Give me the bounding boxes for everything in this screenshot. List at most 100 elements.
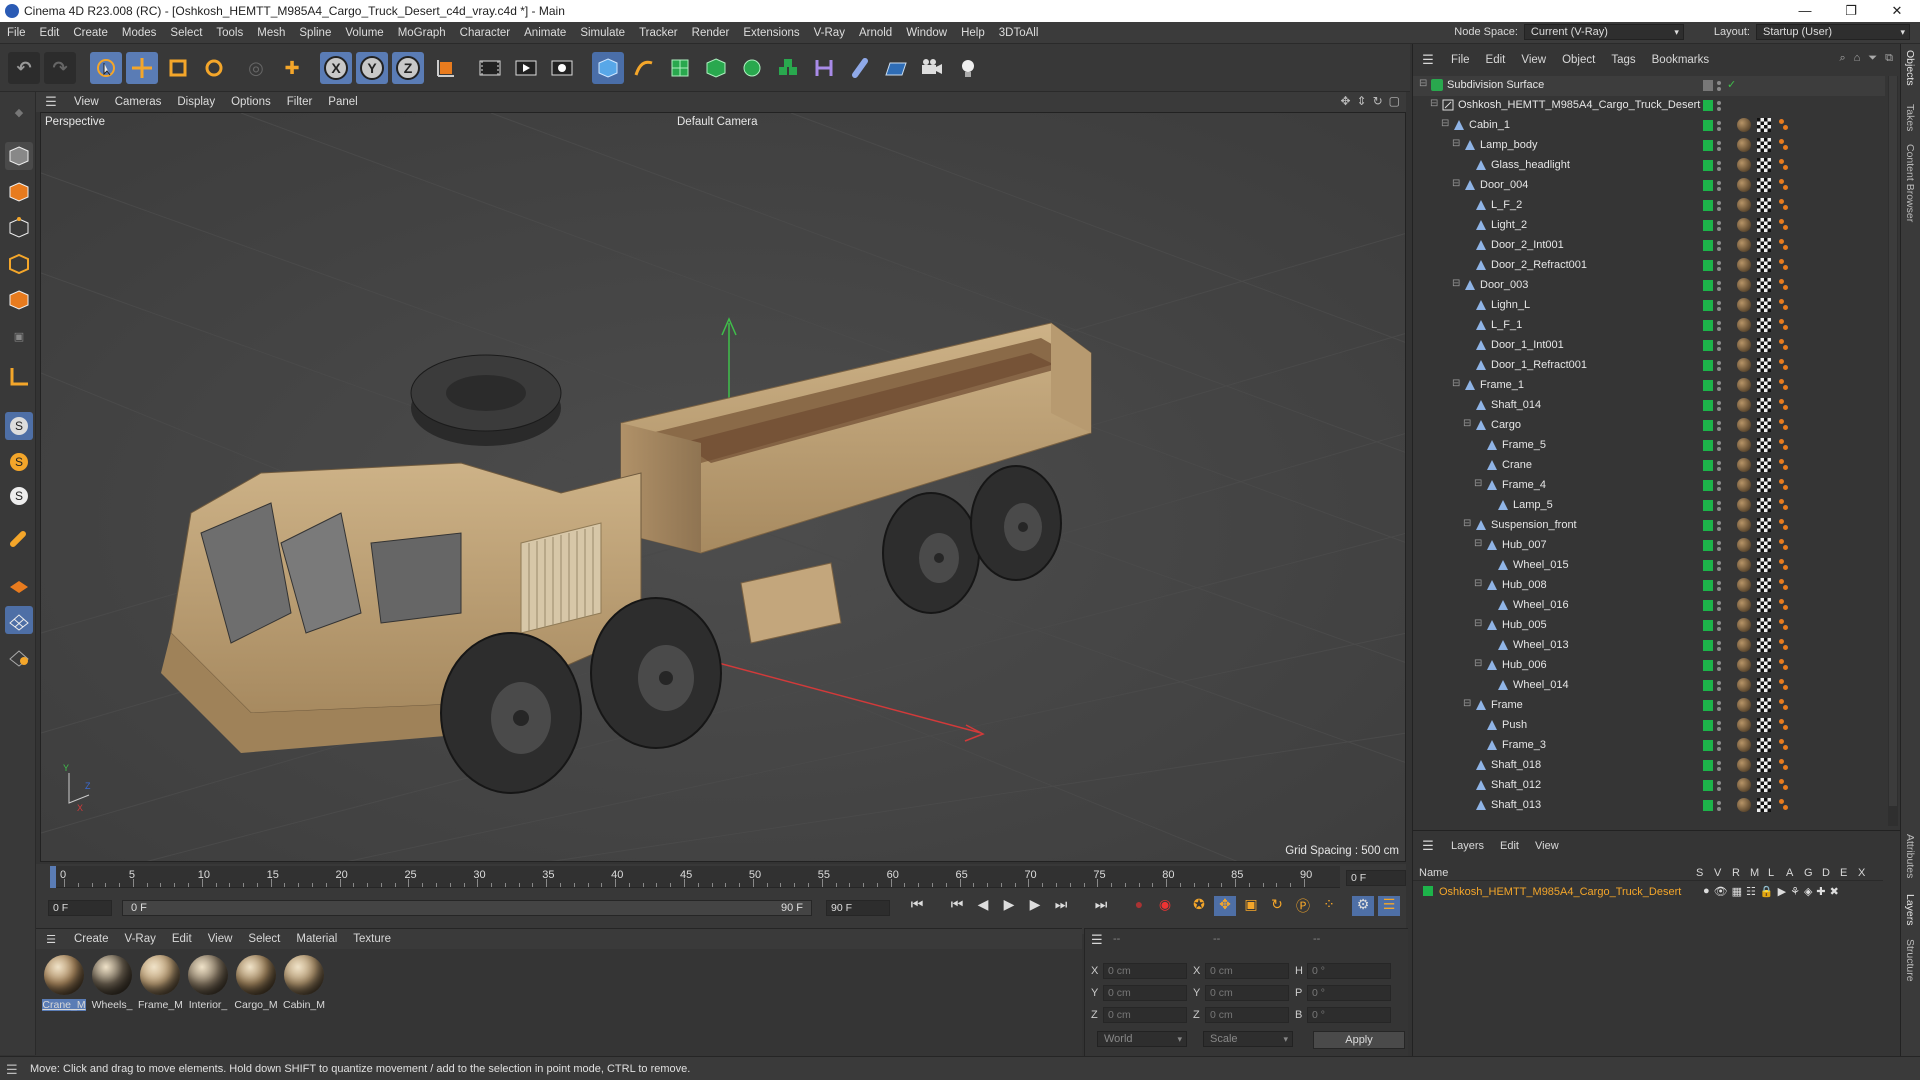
coordinate-space-select[interactable]: World	[1097, 1031, 1187, 1047]
menu-v-ray[interactable]: V-Ray	[807, 27, 852, 39]
material-swatch[interactable]: Interior_	[186, 955, 230, 1011]
viewport-menu-panel[interactable]: Panel	[320, 96, 365, 108]
visibility-dots-icon[interactable]	[1717, 339, 1721, 353]
layer-color-tag[interactable]	[1703, 480, 1713, 491]
point-mode-icon[interactable]	[5, 214, 33, 242]
layer-color-swatch[interactable]	[1423, 886, 1433, 896]
coordinate-system-icon[interactable]	[430, 52, 462, 84]
selection-tag-icon[interactable]	[1777, 279, 1789, 291]
viewport-camera-name[interactable]: Default Camera	[677, 116, 758, 128]
visibility-dots-icon[interactable]	[1717, 199, 1721, 213]
selection-tag-icon[interactable]	[1777, 639, 1789, 651]
material-tag-icon[interactable]	[1737, 218, 1751, 232]
material-tag-icon[interactable]	[1737, 458, 1751, 472]
tweak-magnet-icon[interactable]	[5, 526, 33, 554]
mograph-cloner-icon[interactable]	[772, 52, 804, 84]
coord-h-field[interactable]: 0 °	[1307, 963, 1391, 979]
layer-color-tag[interactable]	[1703, 560, 1713, 571]
snap-icon[interactable]: S	[5, 412, 33, 440]
layer-xref-icon[interactable]: ✖	[1830, 885, 1839, 898]
object-row[interactable]: Wheel_016	[1413, 596, 1885, 616]
selection-tag-icon[interactable]	[1777, 359, 1789, 371]
deformer-bend-icon[interactable]	[808, 52, 840, 84]
material-tag-icon[interactable]	[1737, 658, 1751, 672]
object-row[interactable]: ⊟ Cargo	[1413, 416, 1885, 436]
close-button[interactable]: ✕	[1874, 0, 1920, 22]
material-tag-icon[interactable]	[1737, 398, 1751, 412]
material-tag-icon[interactable]	[1737, 638, 1751, 652]
layer-color-tag[interactable]	[1703, 580, 1713, 591]
expand-toggle-icon[interactable]: ⊟	[1474, 578, 1482, 589]
tab-takes[interactable]: Takes	[1904, 104, 1916, 131]
object-row[interactable]: ⊟ Hub_007	[1413, 536, 1885, 556]
visibility-dots-icon[interactable]	[1717, 519, 1721, 533]
new-window-icon[interactable]: ⧉	[1885, 52, 1893, 65]
texture-mode-icon[interactable]	[5, 178, 33, 206]
layer-color-tag[interactable]	[1703, 100, 1713, 111]
layer-color-tag[interactable]	[1703, 400, 1713, 411]
material-menu-edit[interactable]: Edit	[164, 933, 200, 945]
layer-color-tag[interactable]	[1703, 520, 1713, 531]
selection-tag-icon[interactable]	[1777, 799, 1789, 811]
object-row[interactable]: Door_1_Refract001	[1413, 356, 1885, 376]
y-axis-lock-icon[interactable]: Y	[356, 52, 388, 84]
layer-color-tag[interactable]	[1703, 160, 1713, 171]
light-bulb-icon[interactable]	[952, 52, 984, 84]
coord-p-field[interactable]: 0 °	[1307, 985, 1391, 1001]
material-menu-material[interactable]: Material	[288, 933, 345, 945]
material-hamburger-icon[interactable]: ☰	[36, 933, 66, 946]
uvw-tag-icon[interactable]	[1757, 738, 1771, 752]
selection-tag-icon[interactable]	[1777, 479, 1789, 491]
uvw-tag-icon[interactable]	[1757, 638, 1771, 652]
menu-window[interactable]: Window	[899, 27, 954, 39]
selection-tag-icon[interactable]	[1777, 439, 1789, 451]
material-tag-icon[interactable]	[1737, 298, 1751, 312]
expand-toggle-icon[interactable]: ⊟	[1452, 178, 1460, 189]
viewport-menu-options[interactable]: Options	[223, 96, 279, 108]
polygon-mode-icon[interactable]	[5, 286, 33, 314]
uvw-tag-icon[interactable]	[1757, 678, 1771, 692]
coord-y-field[interactable]: 0 cm	[1205, 985, 1289, 1001]
material-tag-icon[interactable]	[1737, 518, 1751, 532]
uvw-tag-icon[interactable]	[1757, 278, 1771, 292]
coord-z-field[interactable]: 0 cm	[1205, 1007, 1289, 1023]
menu-create[interactable]: Create	[66, 27, 115, 39]
timeline-window-icon[interactable]: ☰	[1378, 896, 1400, 916]
object-row[interactable]: Wheel_014	[1413, 676, 1885, 696]
uvw-tag-icon[interactable]	[1757, 798, 1771, 812]
scheme-settings-icon[interactable]: ⚙	[1352, 896, 1374, 916]
menu-help[interactable]: Help	[954, 27, 992, 39]
layers-hamburger-icon[interactable]: ☰	[1413, 838, 1443, 854]
expand-toggle-icon[interactable]: ⊟	[1463, 518, 1471, 529]
material-menu-view[interactable]: View	[200, 933, 241, 945]
scale-tool-icon[interactable]	[162, 52, 194, 84]
visibility-dots-icon[interactable]	[1717, 499, 1721, 513]
layer-manager-icon[interactable]: ☷	[1746, 885, 1756, 898]
coordinates-hamburger-icon[interactable]: ☰	[1091, 932, 1103, 948]
material-tag-icon[interactable]	[1737, 378, 1751, 392]
object-row[interactable]: Door_2_Refract001	[1413, 256, 1885, 276]
menu-modes[interactable]: Modes	[115, 27, 164, 39]
coord-b-field[interactable]: 0 °	[1307, 1007, 1391, 1023]
menu-character[interactable]: Character	[453, 27, 518, 39]
object-row[interactable]: Door_2_Int001	[1413, 236, 1885, 256]
material-tag-icon[interactable]	[1737, 798, 1751, 812]
visibility-dots-icon[interactable]	[1717, 779, 1721, 793]
material-tag-icon[interactable]	[1737, 138, 1751, 152]
visibility-dots-icon[interactable]	[1717, 759, 1721, 773]
layer-lock-icon[interactable]: 🔒	[1760, 885, 1774, 898]
selection-tag-icon[interactable]	[1777, 739, 1789, 751]
expand-toggle-icon[interactable]: ⊟	[1452, 378, 1460, 389]
play-icon[interactable]: ▶	[998, 896, 1020, 916]
visibility-dots-icon[interactable]	[1717, 539, 1721, 553]
selection-tag-icon[interactable]	[1777, 379, 1789, 391]
uvw-tag-icon[interactable]	[1757, 398, 1771, 412]
object-menu-bookmarks[interactable]: Bookmarks	[1644, 54, 1718, 66]
visibility-dots-icon[interactable]	[1717, 279, 1721, 293]
uvw-tag-icon[interactable]	[1757, 318, 1771, 332]
end-frame-field[interactable]: 90 F	[826, 900, 890, 916]
menu-spline[interactable]: Spline	[292, 27, 338, 39]
rotate-tool-icon[interactable]	[198, 52, 230, 84]
object-row[interactable]: Glass_headlight	[1413, 156, 1885, 176]
selection-tag-icon[interactable]	[1777, 219, 1789, 231]
